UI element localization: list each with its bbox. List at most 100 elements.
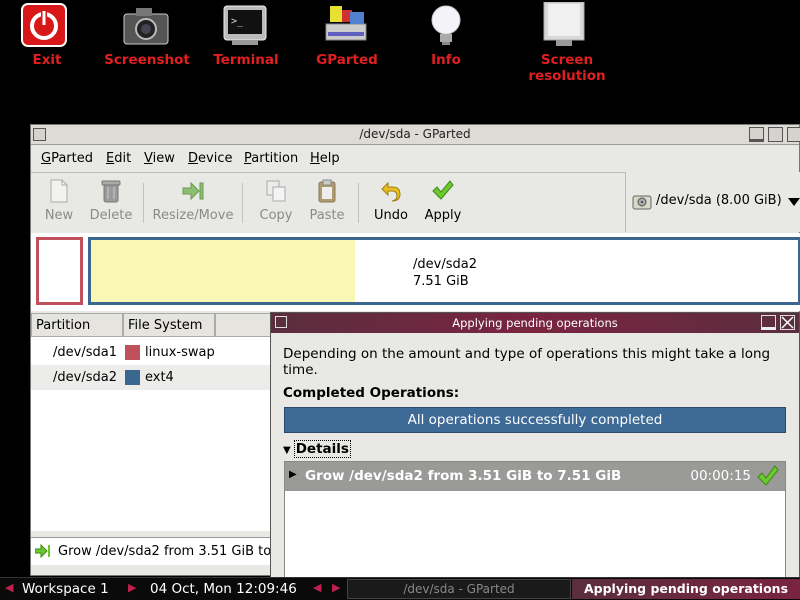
task-prev-icon[interactable]: ◀ bbox=[313, 581, 321, 594]
undo-icon bbox=[381, 181, 401, 202]
apply-label: Apply bbox=[424, 208, 462, 223]
maximize-button[interactable] bbox=[768, 127, 783, 142]
partition-block-sda1[interactable] bbox=[36, 237, 83, 305]
desktop-icon-label: Screen resolution bbox=[528, 52, 606, 84]
window-title: /dev/sda - GParted bbox=[359, 127, 471, 141]
partition-name: /dev/sda2 bbox=[413, 257, 477, 272]
desktop-icon-label: Exit bbox=[32, 52, 62, 68]
menu-partition[interactable]: Partition bbox=[244, 151, 298, 166]
details-expander[interactable]: ▼ Details bbox=[283, 440, 351, 458]
chevron-down-icon bbox=[788, 198, 800, 206]
desktop-icon-label: GParted bbox=[316, 52, 378, 68]
column-header-filesystem[interactable]: File System bbox=[123, 313, 215, 337]
toolbar-separator bbox=[242, 183, 243, 223]
partition-name: /dev/sda1 bbox=[53, 345, 117, 360]
delete-label: Delete bbox=[89, 208, 133, 223]
column-header-partition[interactable]: Partition bbox=[31, 313, 123, 337]
partition-list: Partition File System /dev/sda1 linux-sw… bbox=[31, 313, 271, 531]
taskbar: ◀ Workspace 1 ▶ 04 Oct, Mon 12:09:46 ◀ ▶… bbox=[0, 577, 800, 600]
trash-icon bbox=[101, 180, 121, 203]
lightbulb-icon bbox=[431, 5, 461, 45]
terminal-icon: >_ bbox=[223, 5, 267, 45]
desktop: Exit Screenshot >_ Terminal GParted Info… bbox=[0, 0, 800, 600]
resize-move-button[interactable]: Resize/Move bbox=[149, 173, 237, 231]
undo-label: Undo bbox=[374, 208, 408, 223]
menu-help[interactable]: Help bbox=[310, 151, 340, 166]
checkmark-icon bbox=[432, 180, 454, 200]
workspace-label: Workspace 1 bbox=[22, 581, 109, 597]
undo-button[interactable]: Undo bbox=[369, 173, 413, 231]
toolbar: New Delete Resize/Move Copy Paste Undo A… bbox=[31, 172, 625, 232]
partition-name: /dev/sda2 bbox=[53, 370, 117, 385]
paste-button[interactable]: Paste bbox=[303, 173, 351, 231]
workspace-prev-icon[interactable]: ◀ bbox=[5, 581, 13, 594]
dialog-minimize-button[interactable] bbox=[761, 315, 776, 330]
minimize-button[interactable] bbox=[749, 127, 764, 142]
dialog-titlebar[interactable]: Applying pending operations bbox=[271, 313, 799, 333]
used-space-bar bbox=[91, 240, 355, 302]
task-gparted[interactable]: /dev/sda - GParted bbox=[347, 579, 571, 599]
power-icon bbox=[21, 3, 67, 47]
pending-operations-pane: Grow /dev/sda2 from 3.51 GiB to 7.51 GiB bbox=[31, 537, 271, 565]
copy-icon bbox=[266, 180, 286, 202]
partition-block-label: /dev/sda2 7.51 GiB bbox=[413, 256, 477, 290]
menu-device[interactable]: Device bbox=[188, 151, 232, 166]
harddisk-icon bbox=[632, 195, 652, 210]
menu-edit[interactable]: Edit bbox=[106, 151, 131, 166]
new-label: New bbox=[44, 208, 74, 223]
expander-open-icon: ▼ bbox=[283, 445, 291, 456]
fs-color-swatch bbox=[125, 345, 140, 360]
task-apply-dialog[interactable]: Applying pending operations bbox=[572, 579, 800, 599]
camera-icon bbox=[123, 8, 169, 45]
menu-view[interactable]: View bbox=[144, 151, 175, 166]
menubar: GParted Edit View Device Partition Help bbox=[31, 147, 799, 171]
menu-gparted[interactable]: GParted bbox=[41, 151, 93, 166]
details-label: Details bbox=[293, 440, 351, 458]
toolbar-separator bbox=[143, 183, 144, 223]
dialog-title: Applying pending operations bbox=[452, 316, 618, 330]
dialog-message: Depending on the amount and type of oper… bbox=[283, 346, 771, 378]
monitor-icon bbox=[543, 2, 585, 46]
expander-closed-icon[interactable]: ▶ bbox=[289, 469, 297, 480]
list-item[interactable]: ▶ Grow /dev/sda2 from 3.51 GiB to 7.51 G… bbox=[285, 462, 785, 491]
table-row[interactable]: /dev/sda2 ext4 bbox=[31, 365, 271, 390]
operation-text: Grow /dev/sda2 from 3.51 GiB to 7.51 GiB bbox=[305, 468, 622, 484]
partition-block-sda2[interactable]: /dev/sda2 7.51 GiB bbox=[88, 237, 800, 305]
new-button[interactable]: New bbox=[37, 173, 81, 231]
dialog-close-button[interactable] bbox=[780, 315, 795, 330]
desktop-icon-label: Info bbox=[431, 52, 461, 68]
close-button[interactable] bbox=[787, 127, 800, 142]
window-titlebar[interactable]: /dev/sda - GParted bbox=[31, 125, 800, 145]
workspace-next-icon[interactable]: ▶ bbox=[128, 581, 136, 594]
partition-graphic: /dev/sda2 7.51 GiB bbox=[31, 233, 800, 311]
paste-icon bbox=[318, 179, 336, 203]
completed-operations-label: Completed Operations: bbox=[283, 385, 460, 401]
new-document-icon bbox=[50, 179, 68, 203]
resize-move-label: Resize/Move bbox=[152, 208, 234, 223]
close-icon bbox=[781, 316, 794, 329]
apply-button[interactable]: Apply bbox=[419, 173, 467, 231]
desktop-icon-label: Screenshot bbox=[104, 52, 190, 68]
operation-time: 00:00:15 bbox=[690, 468, 751, 484]
svg-text:>_: >_ bbox=[231, 16, 244, 27]
device-selector[interactable]: /dev/sda (8.00 GiB) bbox=[625, 172, 800, 232]
pending-operation-text: Grow /dev/sda2 from 3.51 GiB to 7.51 GiB bbox=[58, 544, 271, 559]
copy-label: Copy bbox=[259, 208, 293, 223]
copy-button[interactable]: Copy bbox=[253, 173, 299, 231]
toolbar-separator bbox=[358, 183, 359, 223]
fs-color-swatch bbox=[125, 370, 140, 385]
paste-label: Paste bbox=[309, 208, 345, 223]
apply-dialog: Applying pending operations Depending on… bbox=[270, 312, 800, 579]
table-row[interactable]: /dev/sda1 linux-swap bbox=[31, 340, 271, 365]
progress-bar: All operations successfully completed bbox=[284, 407, 786, 433]
filesystem-name: linux-swap bbox=[145, 345, 215, 360]
clock: 04 Oct, Mon 12:09:46 bbox=[150, 581, 297, 597]
filesystem-name: ext4 bbox=[145, 370, 174, 385]
delete-button[interactable]: Delete bbox=[85, 173, 137, 231]
checkmark-icon bbox=[757, 465, 779, 486]
resize-arrow-icon bbox=[182, 181, 204, 201]
gparted-icon bbox=[325, 6, 367, 41]
device-selector-text: /dev/sda (8.00 GiB) bbox=[656, 193, 782, 208]
column-header-blank bbox=[215, 313, 271, 337]
task-next-icon[interactable]: ▶ bbox=[332, 581, 340, 594]
